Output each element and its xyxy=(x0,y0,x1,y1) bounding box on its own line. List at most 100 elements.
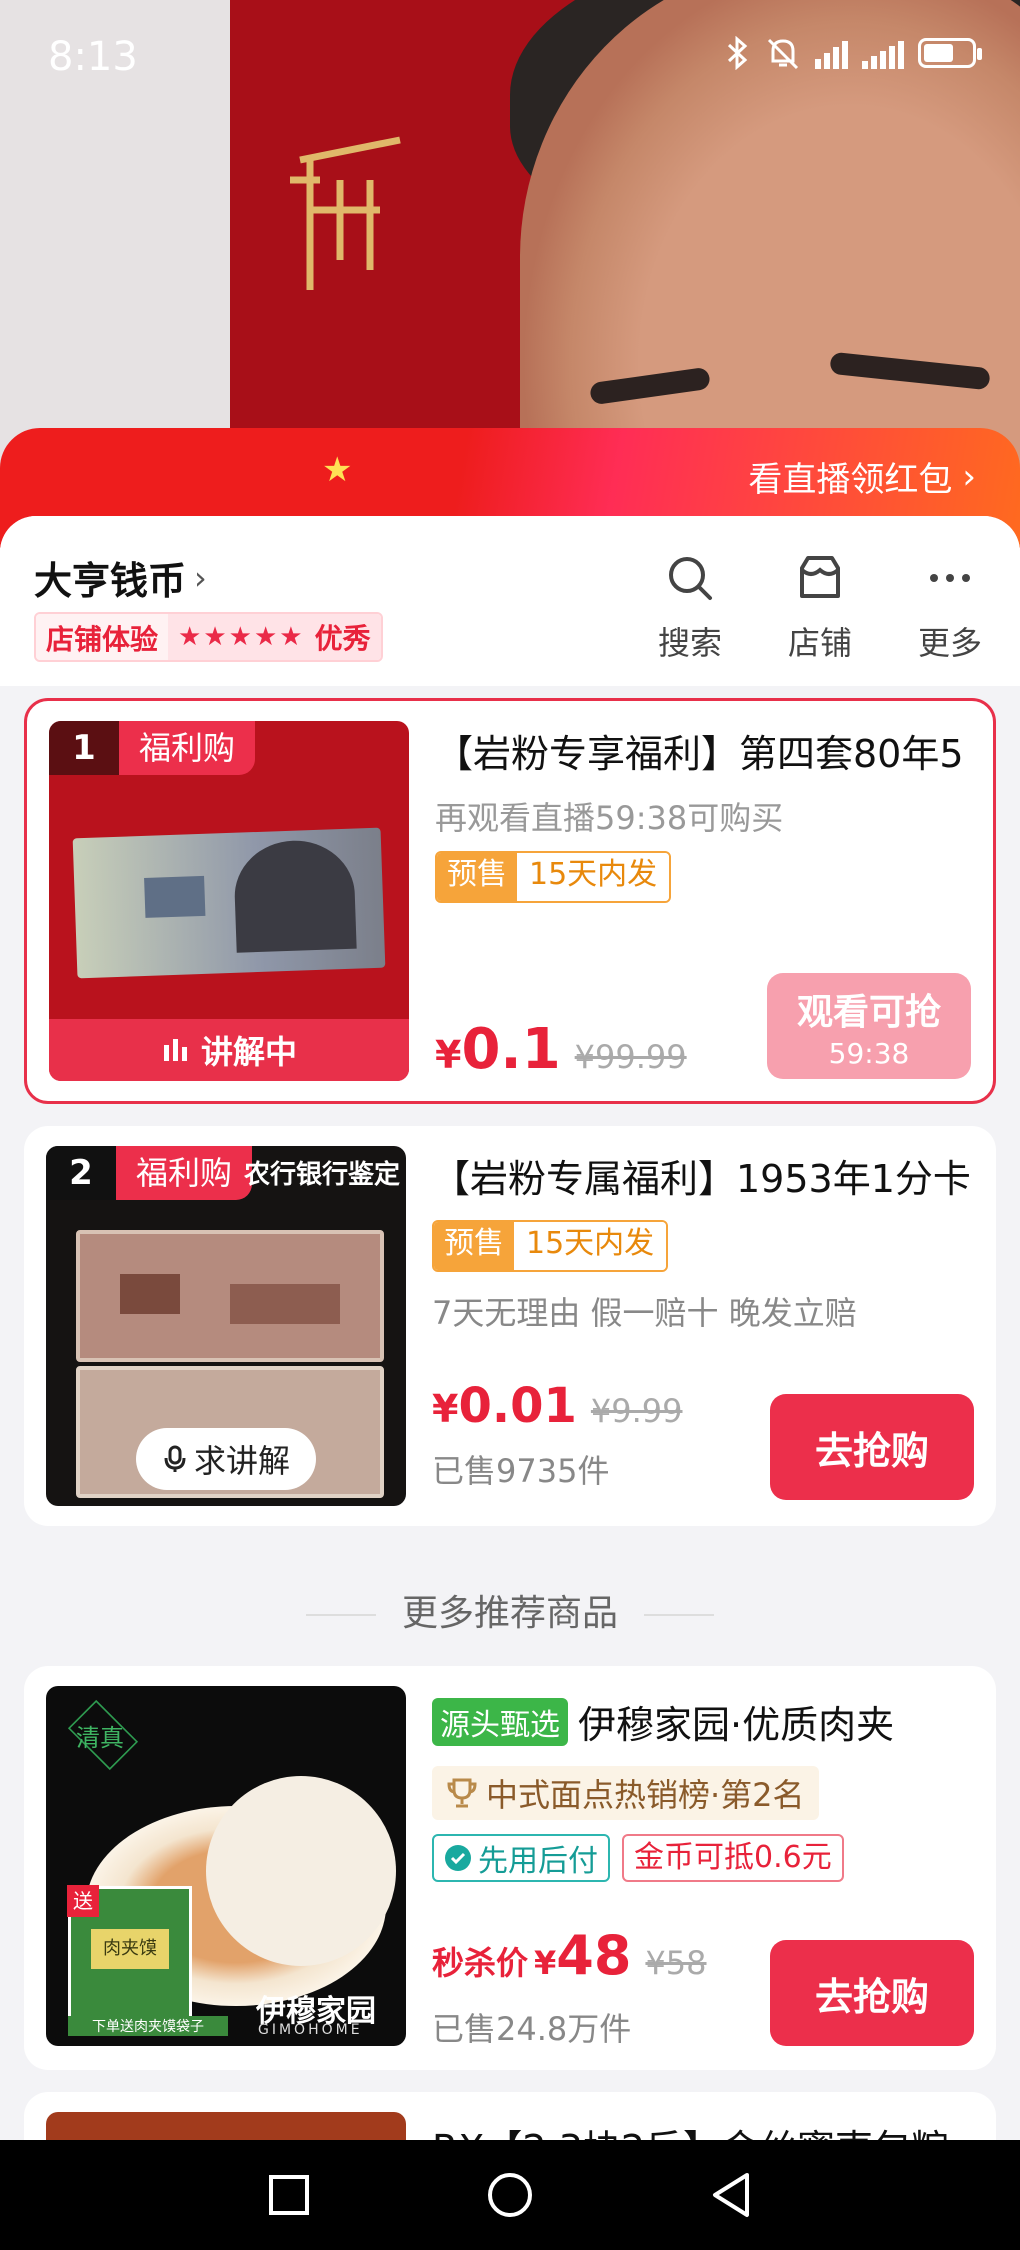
explaining-bar: 讲解中 xyxy=(49,1019,409,1081)
explaining-label: 讲解中 xyxy=(200,1033,297,1071)
status-icons xyxy=(725,36,982,70)
product-title: 【岩粉专享福利】第四套80年5 xyxy=(435,732,964,776)
original-price: ¥58 xyxy=(645,1944,707,1982)
shop-name: 大亨钱币 xyxy=(34,559,187,603)
watch-to-buy-label: 观看可抢 xyxy=(796,991,941,1033)
chevron-right-icon: › xyxy=(194,558,207,597)
battery-icon xyxy=(918,38,982,68)
price: ¥ 0.1 ¥99.99 xyxy=(435,1017,687,1082)
chevron-right-icon: › xyxy=(962,456,976,497)
banknote-front-emblem xyxy=(120,1274,180,1314)
gift-bag: 送 肉夹馍 xyxy=(67,1885,192,2022)
shop-rating[interactable]: 店铺体验 ★★★★★ 优秀 xyxy=(34,612,383,662)
rank-tag-2: 2 福利购 xyxy=(46,1146,253,1200)
presale-label: 预售 xyxy=(437,853,517,901)
signal-1-icon xyxy=(815,37,848,69)
product-card-2[interactable]: 2 福利购 农行银行鉴定 求讲解 【岩粉专属福利】1953年1分卡 预售 15天… xyxy=(24,1126,996,1526)
banknote-front-truck xyxy=(230,1284,340,1324)
back-icon[interactable] xyxy=(709,2171,753,2219)
recommend-card[interactable]: 清真 送 肉夹馍 下单送肉夹馍袋子 伊穆家园 GIMOHOME 源头甄选 伊穆家… xyxy=(24,1666,996,2070)
rating-stars-icon: ★★★★★ xyxy=(178,622,305,652)
rank-number: 1 xyxy=(49,721,119,775)
sold-count: 已售24.8万件 xyxy=(432,2010,632,2048)
red-packet-link[interactable]: 看直播领红包 › xyxy=(748,452,976,501)
ship-label: 15天内发 xyxy=(517,853,670,901)
watch-hint: 再观看直播59:38可购买 xyxy=(435,799,784,837)
header-actions: 搜索 店铺 更多 xyxy=(650,552,990,664)
banknote-denomination xyxy=(144,875,206,918)
search-button[interactable]: 搜索 xyxy=(650,552,730,664)
trophy-icon xyxy=(447,1778,477,1808)
coin-tag: 金币可抵0.6元 xyxy=(622,1834,844,1882)
home-icon[interactable] xyxy=(486,2171,534,2219)
rating-label: 店铺体验 xyxy=(36,614,169,660)
rank-badge[interactable]: 中式面点热销榜·第2名 xyxy=(432,1766,819,1820)
presale-badge: 预售 15天内发 xyxy=(435,851,672,903)
buy-button[interactable]: 去抢购 xyxy=(770,1940,974,2046)
search-label: 搜索 xyxy=(657,624,722,662)
product-2-image[interactable]: 2 福利购 农行银行鉴定 求讲解 xyxy=(46,1146,406,1506)
presale-label: 预售 xyxy=(434,1222,514,1270)
buy-button[interactable]: 去抢购 xyxy=(770,1394,974,1500)
ship-label: 15天内发 xyxy=(514,1222,667,1270)
star-icon: ★ xyxy=(322,450,353,490)
original-price: ¥99.99 xyxy=(574,1038,687,1076)
price-symbol: ¥ xyxy=(435,1033,462,1077)
price-prefix: 秒杀价 xyxy=(432,1944,529,1982)
shop-name-link[interactable]: 大亨钱币 › xyxy=(34,550,207,605)
system-nav-bar xyxy=(0,2140,1020,2250)
store-icon xyxy=(800,556,840,598)
gift-note: 下单送肉夹馍袋子 xyxy=(68,2016,228,2036)
product-title: 【岩粉专属福利】1953年1分卡 xyxy=(432,1157,971,1201)
guarantee-text: 7天无理由 假一赔十 晚发立赔 xyxy=(432,1294,857,1332)
rating-level: 优秀 xyxy=(314,622,371,655)
request-explain-button[interactable]: 求讲解 xyxy=(136,1428,316,1490)
gift-box: 肉夹馍 xyxy=(91,1929,169,1969)
price-value: 0.1 xyxy=(461,1017,561,1082)
pay-later-tag: 先用后付 xyxy=(432,1834,610,1882)
promo-tags: 先用后付 金币可抵0.6元 xyxy=(432,1834,844,1882)
request-explain-label: 求讲解 xyxy=(193,1442,290,1480)
mute-bell-icon xyxy=(767,38,799,70)
halal-badge: 清真 xyxy=(76,1724,124,1752)
brand-watermark-en: GIMOHOME xyxy=(258,2022,363,2038)
rank-tag-1: 1 福利购 xyxy=(49,721,256,775)
status-time: 8:13 xyxy=(48,34,138,80)
store-label: 店铺 xyxy=(787,624,852,662)
original-price: ¥9.99 xyxy=(590,1392,683,1430)
check-badge-icon xyxy=(445,1845,471,1871)
presale-badge: 预售 15天内发 xyxy=(432,1220,669,1272)
banknote-portrait xyxy=(232,838,357,953)
welfare-tag: 福利购 xyxy=(119,721,256,775)
sold-count: 已售9735件 xyxy=(432,1452,610,1490)
product-card-1[interactable]: 1 福利购 讲解中 【岩粉专享福利】第四套80年5 再观看直播59:38可购买 … xyxy=(24,698,996,1104)
bread-stack xyxy=(206,1776,396,1966)
watch-to-buy-button[interactable]: 观看可抢 59:38 xyxy=(767,973,971,1079)
more-recommend-title: 更多推荐商品 xyxy=(0,1584,1020,1636)
recent-apps-icon[interactable] xyxy=(267,2173,311,2217)
more-label: 更多 xyxy=(917,624,982,662)
shop-header: 大亨钱币 › 店铺体验 ★★★★★ 优秀 搜索 店铺 更多 xyxy=(0,516,1020,686)
wall-decoration xyxy=(290,136,401,290)
product-1-image[interactable]: 1 福利购 讲解中 xyxy=(49,721,409,1081)
price: 秒杀价 ¥ 48 ¥58 xyxy=(432,1924,707,1987)
price-symbol: ¥ xyxy=(432,1387,459,1431)
rank-number: 2 xyxy=(46,1146,116,1200)
pay-later-label: 先用后付 xyxy=(478,1844,598,1879)
microphone-icon xyxy=(164,1445,186,1472)
price: ¥ 0.01 ¥9.99 xyxy=(432,1378,683,1434)
red-packet-label: 看直播领红包 xyxy=(748,460,953,500)
search-icon xyxy=(669,557,712,600)
price-symbol: ¥ xyxy=(534,1944,557,1982)
recommend-image[interactable]: 清真 送 肉夹馍 下单送肉夹馍袋子 伊穆家园 GIMOHOME xyxy=(46,1686,406,2046)
more-button[interactable]: 更多 xyxy=(910,552,990,664)
banknote-1-fen-front xyxy=(76,1230,384,1362)
store-button[interactable]: 店铺 xyxy=(780,552,860,664)
more-icon xyxy=(930,574,970,582)
signal-2-icon xyxy=(862,37,904,69)
price-value: 0.01 xyxy=(458,1378,577,1434)
rank-badge-label: 中式面点热销榜·第2名 xyxy=(486,1776,805,1814)
welfare-tag: 福利购 xyxy=(116,1146,253,1200)
audio-wave-icon xyxy=(163,1039,187,1061)
source-tag: 源头甄选 xyxy=(432,1697,568,1746)
